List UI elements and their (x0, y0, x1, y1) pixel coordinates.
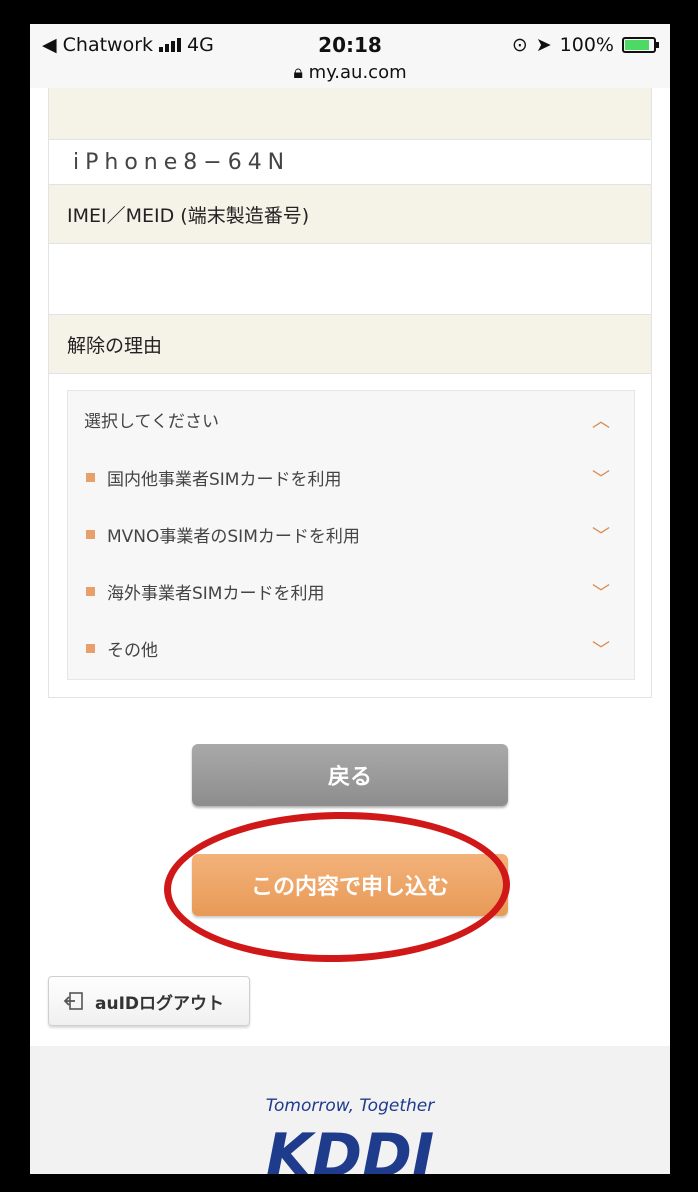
chevron-down-icon: ﹀ (592, 469, 610, 490)
location-icon: ➤ (535, 34, 552, 56)
imei-section: IMEI／MEID (端末製造番号) (48, 184, 652, 314)
logout-icon (63, 992, 83, 1010)
chevron-down-icon: ﹀ (592, 583, 610, 604)
reason-dropdown-toggle[interactable]: 選択してください ︿ (68, 399, 634, 439)
reason-dropdown[interactable]: 選択してください ︿ 国内他事業者SIMカードを利用 ﹀ MVNO事業者のSIM… (67, 390, 635, 680)
bullet-square-icon (86, 643, 95, 653)
imei-value (49, 244, 651, 314)
chevron-down-icon: ﹀ (592, 640, 610, 661)
kddi-logo: KDDI (266, 1122, 434, 1174)
device-section-header (49, 88, 651, 140)
imei-section-header: IMEI／MEID (端末製造番号) (49, 184, 651, 244)
bullet-square-icon (86, 472, 95, 482)
reason-option-domestic-sim[interactable]: 国内他事業者SIMカードを利用 ﹀ (68, 457, 634, 497)
reason-option-label: その他 (107, 640, 158, 661)
back-button[interactable]: 戻る (192, 744, 508, 806)
battery-percent: 100% (559, 34, 614, 56)
bullet-square-icon (86, 529, 95, 539)
footer: Tomorrow, Together KDDI (30, 1046, 670, 1174)
reason-option-mvno-sim[interactable]: MVNO事業者のSIMカードを利用 ﹀ (68, 514, 634, 554)
chevron-down-icon: ﹀ (592, 526, 610, 547)
lock-rotation-icon: ⊙ (511, 34, 528, 56)
address-bar[interactable]: 🔒︎ my.au.com (30, 62, 670, 83)
status-right: ⊙ ➤ 100% (511, 34, 659, 56)
phone-screen: ◀ Chatwork 4G 20:18 ⊙ ➤ 100% 🔒︎ my.au.co… (30, 24, 670, 1174)
battery-icon (622, 37, 659, 53)
url-text: my.au.com (308, 62, 407, 83)
auid-logout-button[interactable]: auIDログアウト (48, 976, 250, 1026)
reason-option-label: 国内他事業者SIMカードを利用 (107, 469, 342, 490)
footer-tagline: Tomorrow, Together (265, 1096, 435, 1116)
device-model-value: iPhone8−64N (73, 149, 291, 175)
apply-button[interactable]: この内容で申し込む (192, 854, 508, 916)
lock-icon: 🔒︎ (293, 62, 303, 83)
reason-section: 解除の理由 選択してください ︿ 国内他事業者SIMカードを利用 ﹀ MVNO事… (48, 314, 652, 698)
logout-label: auIDログアウト (95, 993, 225, 1014)
bullet-square-icon (86, 586, 95, 596)
kddi-logo-text: KDDI (266, 1122, 434, 1174)
reason-option-label: 海外事業者SIMカードを利用 (107, 583, 325, 604)
reason-placeholder: 選択してください (84, 411, 219, 432)
reason-option-label: MVNO事業者のSIMカードを利用 (107, 526, 360, 547)
reason-option-overseas-sim[interactable]: 海外事業者SIMカードを利用 ﹀ (68, 571, 634, 611)
chevron-up-icon: ︿ (592, 411, 610, 432)
status-bar: ◀ Chatwork 4G 20:18 ⊙ ➤ 100% 🔒︎ my.au.co… (30, 24, 670, 88)
reason-section-header: 解除の理由 (49, 314, 651, 374)
reason-option-other[interactable]: その他 ﹀ (68, 628, 634, 668)
device-model-row: iPhone8−64N (48, 140, 652, 184)
device-section (48, 88, 652, 140)
